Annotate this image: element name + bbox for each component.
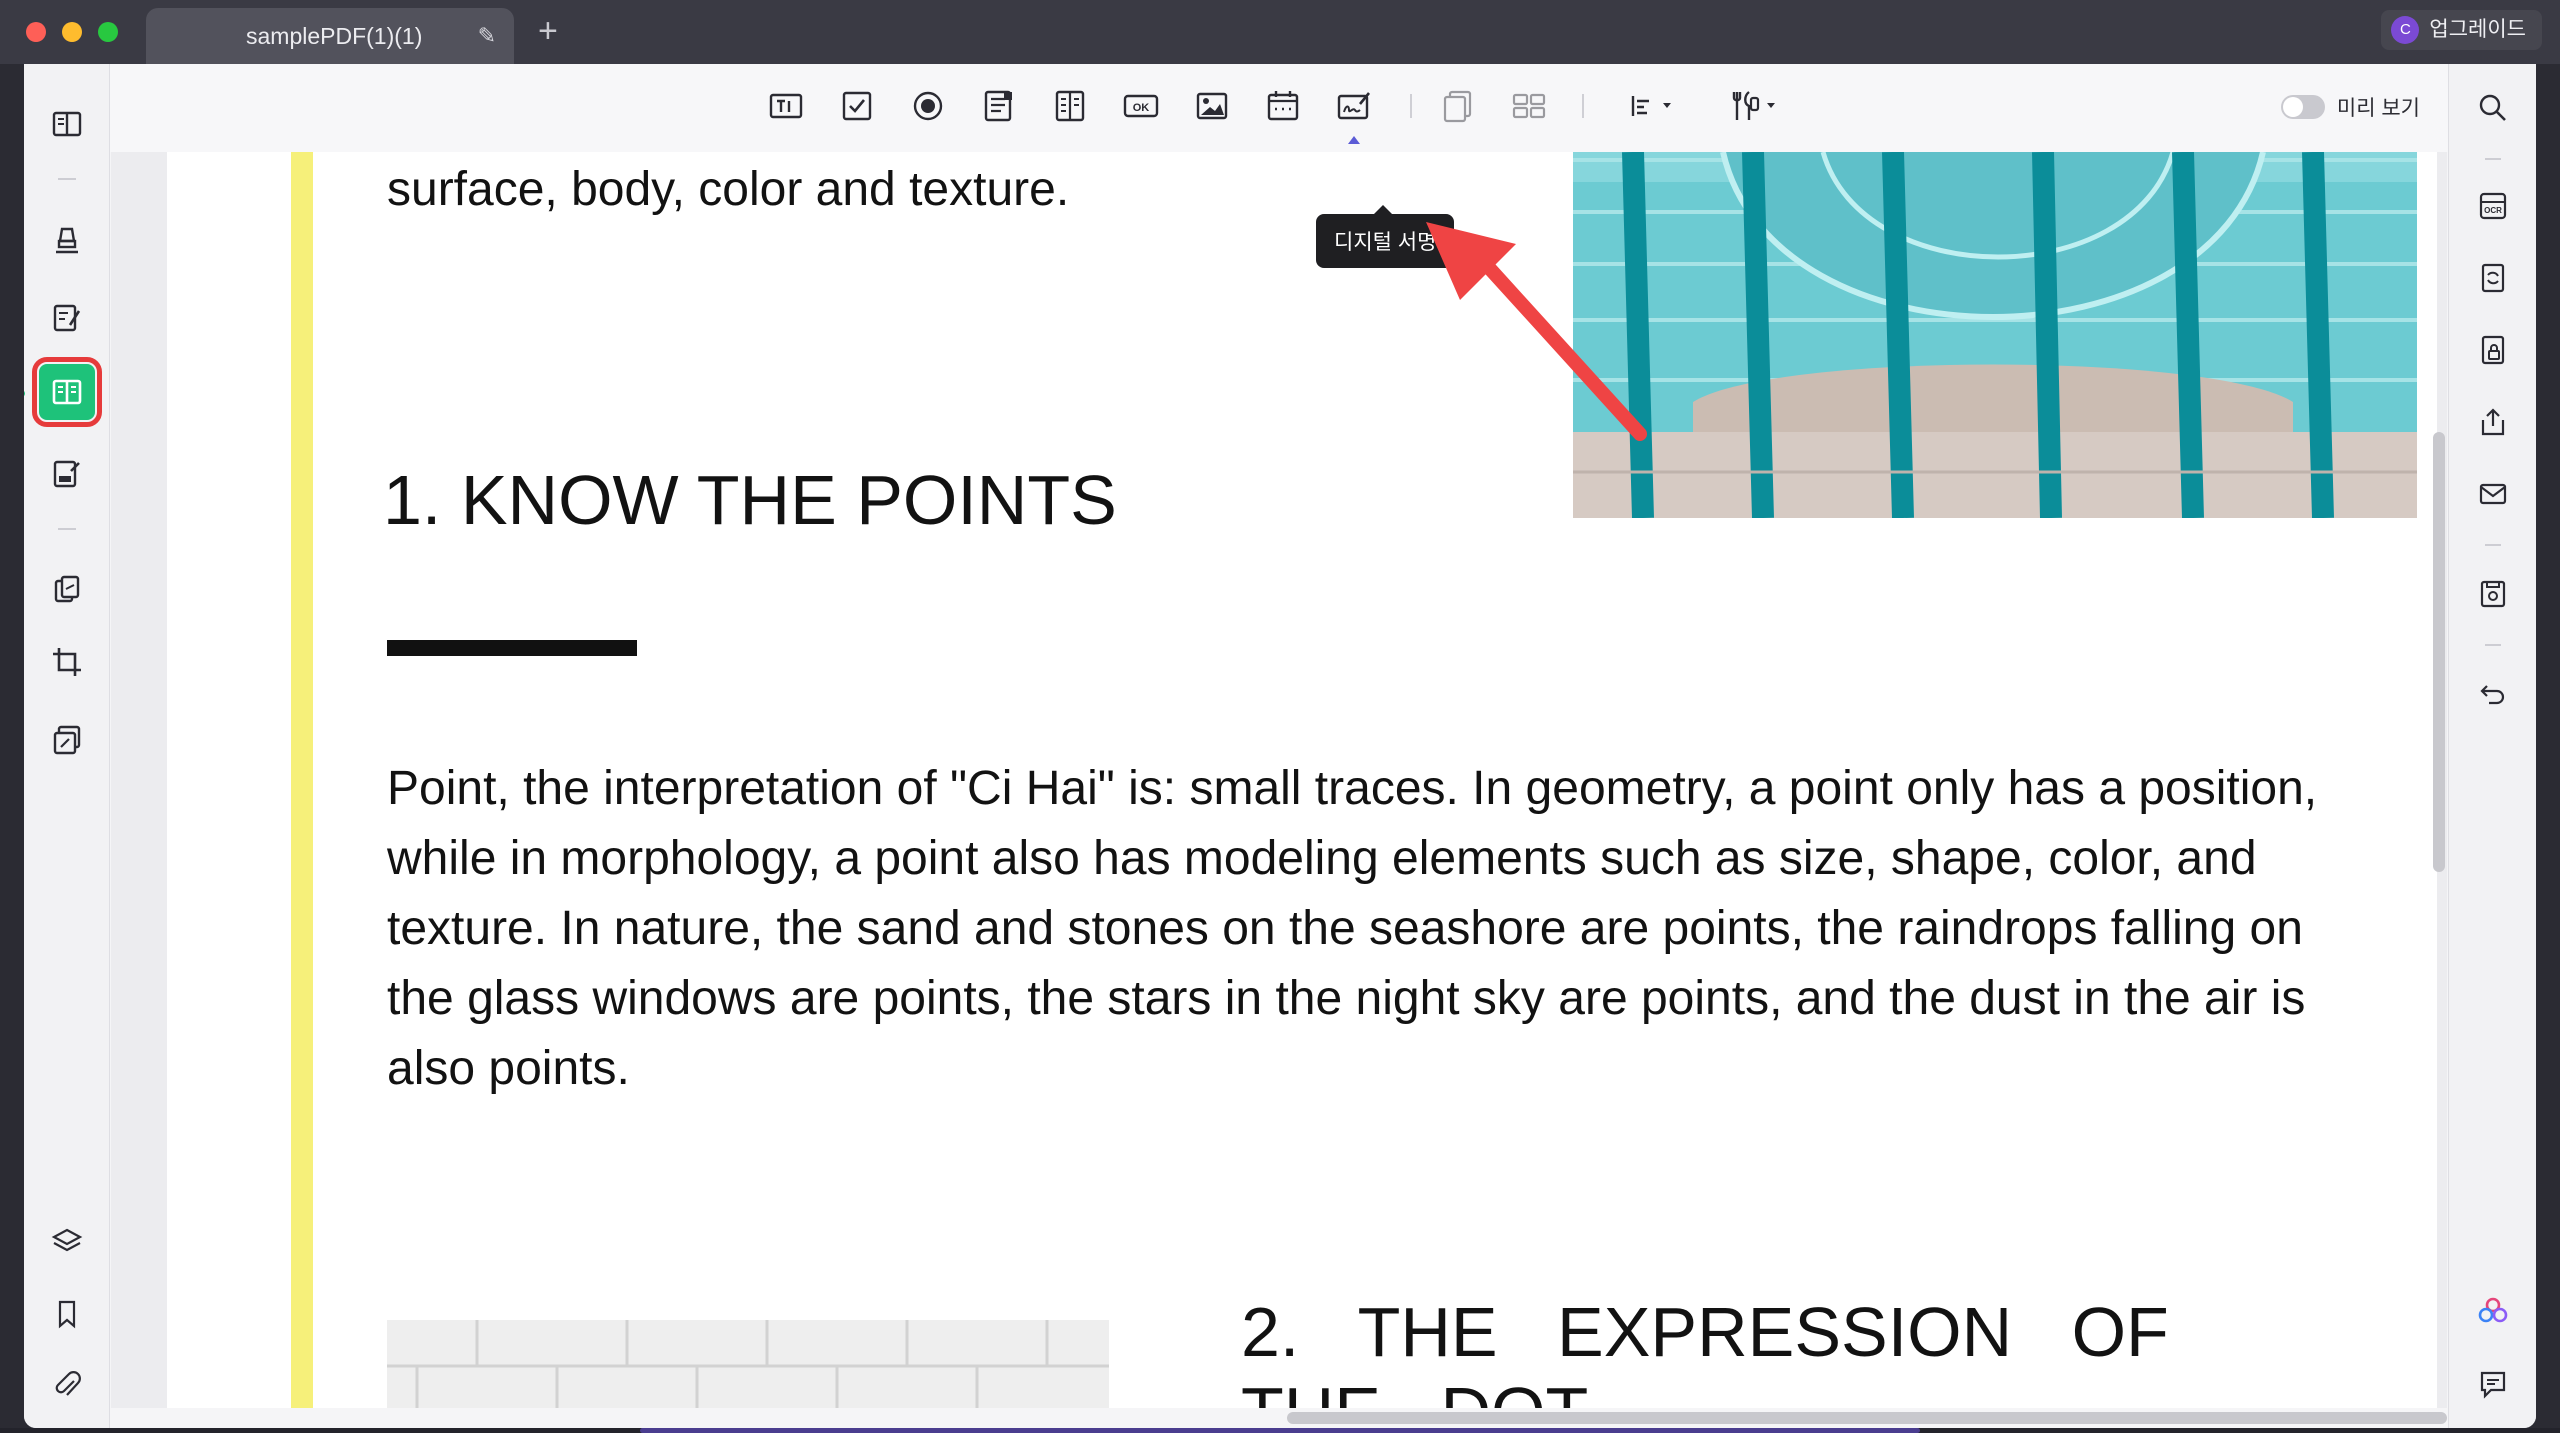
section-heading-1: 1. KNOW THE POINTS: [383, 461, 1117, 539]
right-sidebar: OCR: [2448, 64, 2536, 1428]
sidebar-divider: [2485, 158, 2501, 160]
vertical-scrollbar[interactable]: [2433, 432, 2445, 872]
radio-button-icon[interactable]: [908, 86, 948, 126]
combo-box-icon[interactable]: [1050, 86, 1090, 126]
comment-icon[interactable]: [2473, 1364, 2513, 1404]
date-field-icon[interactable]: [1263, 86, 1303, 126]
minimize-window-button[interactable]: [62, 22, 82, 42]
email-icon[interactable]: [2473, 474, 2513, 514]
button-field-icon[interactable]: OK: [1121, 86, 1161, 126]
search-icon[interactable]: [2473, 88, 2513, 128]
yellow-accent-bar: [291, 152, 313, 1428]
form-tools-icon[interactable]: [1726, 86, 1782, 126]
new-tab-button[interactable]: +: [538, 14, 558, 48]
zoom-window-button[interactable]: [98, 22, 118, 42]
toolbar-divider: [1582, 94, 1584, 118]
pencil-icon[interactable]: ✎: [478, 8, 496, 64]
align-icon[interactable]: [1624, 86, 1680, 126]
digital-signature-icon[interactable]: [1334, 86, 1374, 126]
form-toolbar: OK 미리 보기: [110, 64, 2448, 152]
sidebar-divider: [2485, 544, 2501, 546]
button-field-label: OK: [1133, 102, 1150, 114]
upgrade-label: 업그레이드: [2429, 18, 2526, 41]
close-window-button[interactable]: [26, 22, 46, 42]
fill-sign-icon[interactable]: [39, 446, 95, 502]
bookmark-icon[interactable]: [39, 1286, 95, 1342]
svg-text:OCR: OCR: [2484, 206, 2502, 215]
body-paragraph: Point, the interpretation of "Ci Hai" is…: [387, 762, 2318, 1095]
left-sidebar: [24, 64, 110, 1428]
layers-icon[interactable]: [39, 1214, 95, 1270]
app-window: OK 미리 보기 surface, body, color and textur…: [24, 64, 2536, 1428]
duplicate-icon[interactable]: [1438, 86, 1478, 126]
preview-toggle[interactable]: [2280, 95, 2325, 119]
bottom-accent: [640, 1428, 1920, 1433]
share-icon[interactable]: [2473, 402, 2513, 442]
sidebar-divider: [58, 528, 76, 530]
horizontal-scrollbar[interactable]: [1287, 1412, 2447, 1424]
grid-layout-icon[interactable]: [1509, 86, 1549, 126]
crop-icon[interactable]: [39, 634, 95, 690]
attachment-icon[interactable]: [39, 1358, 95, 1414]
horizontal-scroll-track: [111, 1408, 2447, 1428]
document-tab[interactable]: samplePDF(1)(1) ✎: [146, 8, 514, 64]
pdf-page: surface, body, color and texture. 1. KNO…: [167, 152, 2437, 1428]
preview-label: 미리 보기: [2336, 97, 2420, 120]
organize-pages-icon[interactable]: [39, 562, 95, 618]
edit-pdf-icon[interactable]: [39, 290, 95, 346]
list-box-icon[interactable]: [979, 86, 1019, 126]
highlighter-icon[interactable]: [39, 212, 95, 268]
checkbox-icon[interactable]: [837, 86, 877, 126]
heading-underline: [387, 640, 637, 656]
document-viewport[interactable]: surface, body, color and texture. 1. KNO…: [111, 152, 2447, 1428]
undo-icon[interactable]: [2473, 674, 2513, 714]
active-indicator: [24, 390, 25, 397]
pool-photo: [1573, 152, 2417, 518]
sidebar-divider: [2485, 644, 2501, 646]
tab-title: samplePDF(1)(1): [246, 23, 423, 49]
convert-icon[interactable]: [2473, 258, 2513, 298]
toolbar-divider: [1410, 94, 1412, 118]
reader-icon[interactable]: [39, 96, 95, 152]
text-line: surface, body, color and texture.: [387, 163, 1070, 216]
hover-indicator: [1348, 136, 1360, 144]
text-field-icon[interactable]: [766, 86, 806, 126]
ai-assistant-icon[interactable]: [2473, 1292, 2513, 1332]
form-icon[interactable]: [32, 357, 102, 427]
protect-icon[interactable]: [2473, 330, 2513, 370]
avatar: C: [2391, 16, 2420, 44]
title-bar: samplePDF(1)(1) ✎ + C 업그레이드: [0, 0, 2560, 64]
page-tools-icon[interactable]: [39, 712, 95, 768]
sidebar-divider: [58, 178, 76, 180]
ocr-icon[interactable]: OCR: [2473, 186, 2513, 226]
upgrade-button[interactable]: C 업그레이드: [2381, 10, 2542, 50]
preview-toggle-group: 미리 보기: [2280, 92, 2420, 122]
image-field-icon[interactable]: [1192, 86, 1232, 126]
annotation-arrow-icon: [1426, 222, 1647, 441]
save-icon[interactable]: [2473, 574, 2513, 614]
